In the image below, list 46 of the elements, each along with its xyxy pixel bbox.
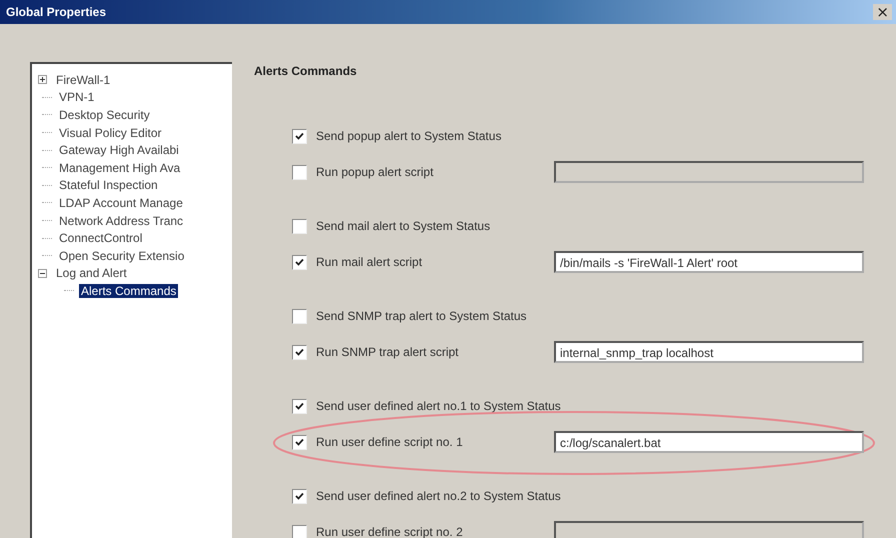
checkbox[interactable] xyxy=(292,308,307,324)
checkbox[interactable] xyxy=(292,128,307,144)
checkbox-label: Send user defined alert no.1 to System Status xyxy=(316,399,561,413)
checkbox-label: Send popup alert to System Status xyxy=(316,129,502,143)
checkbox[interactable] xyxy=(292,218,307,234)
check-icon xyxy=(295,402,304,410)
tree-item[interactable]: Alerts Commands xyxy=(79,284,178,298)
tree-item[interactable]: Desktop Security xyxy=(57,108,152,122)
check-icon xyxy=(295,258,304,266)
checkbox-label: Run mail alert script xyxy=(316,255,422,269)
checkbox[interactable] xyxy=(292,164,307,180)
tree-item[interactable]: ConnectControl xyxy=(57,231,144,246)
checkbox-label: Run user define script no. 1 xyxy=(316,435,463,449)
check-icon xyxy=(295,132,304,140)
checkbox-label: Send mail alert to System Status xyxy=(316,219,490,233)
check-icon xyxy=(295,438,304,446)
tree-item[interactable]: VPN-1 xyxy=(57,90,96,104)
checkbox-label: Run popup alert script xyxy=(316,165,434,179)
checkbox-label: Run SNMP trap alert script xyxy=(316,345,458,359)
tree-item[interactable]: Log and Alert xyxy=(54,266,129,280)
checkbox-label: Send SNMP trap alert to System Status xyxy=(316,309,527,323)
window-title: Global Properties xyxy=(6,5,106,19)
text-field[interactable]: c:/log/scanalert.bat xyxy=(554,431,864,453)
tree-item[interactable]: Open Security Extensio xyxy=(57,248,186,263)
checkbox[interactable] xyxy=(292,488,307,504)
tree-item[interactable]: Management High Ava xyxy=(57,160,182,175)
collapse-icon[interactable] xyxy=(38,268,47,278)
tree-item[interactable]: Stateful Inspection xyxy=(57,178,160,192)
expand-icon[interactable] xyxy=(38,75,47,84)
tree-item[interactable]: Gateway High Availabi xyxy=(57,143,181,158)
checkbox[interactable] xyxy=(292,398,307,414)
checkbox[interactable] xyxy=(292,254,307,270)
checkbox[interactable] xyxy=(292,344,307,360)
tree-item[interactable]: FireWall-1 xyxy=(54,72,112,87)
checkbox[interactable] xyxy=(292,434,307,450)
text-field[interactable]: internal_snmp_trap localhost xyxy=(554,341,864,363)
checkbox-label: Send user defined alert no.2 to System Status xyxy=(316,489,561,503)
close-button[interactable]: × xyxy=(873,4,892,20)
text-field[interactable]: /bin/mails -s 'FireWall-1 Alert' root xyxy=(554,251,864,273)
section-heading: Alerts Commands xyxy=(254,64,358,78)
check-icon xyxy=(295,492,304,500)
tree-item[interactable]: LDAP Account Manage xyxy=(57,196,185,210)
check-icon xyxy=(295,348,304,356)
checkbox[interactable] xyxy=(292,524,307,538)
tree-item[interactable]: Network Address Tranc xyxy=(57,214,186,228)
tree-item[interactable]: Visual Policy Editor xyxy=(57,126,164,140)
